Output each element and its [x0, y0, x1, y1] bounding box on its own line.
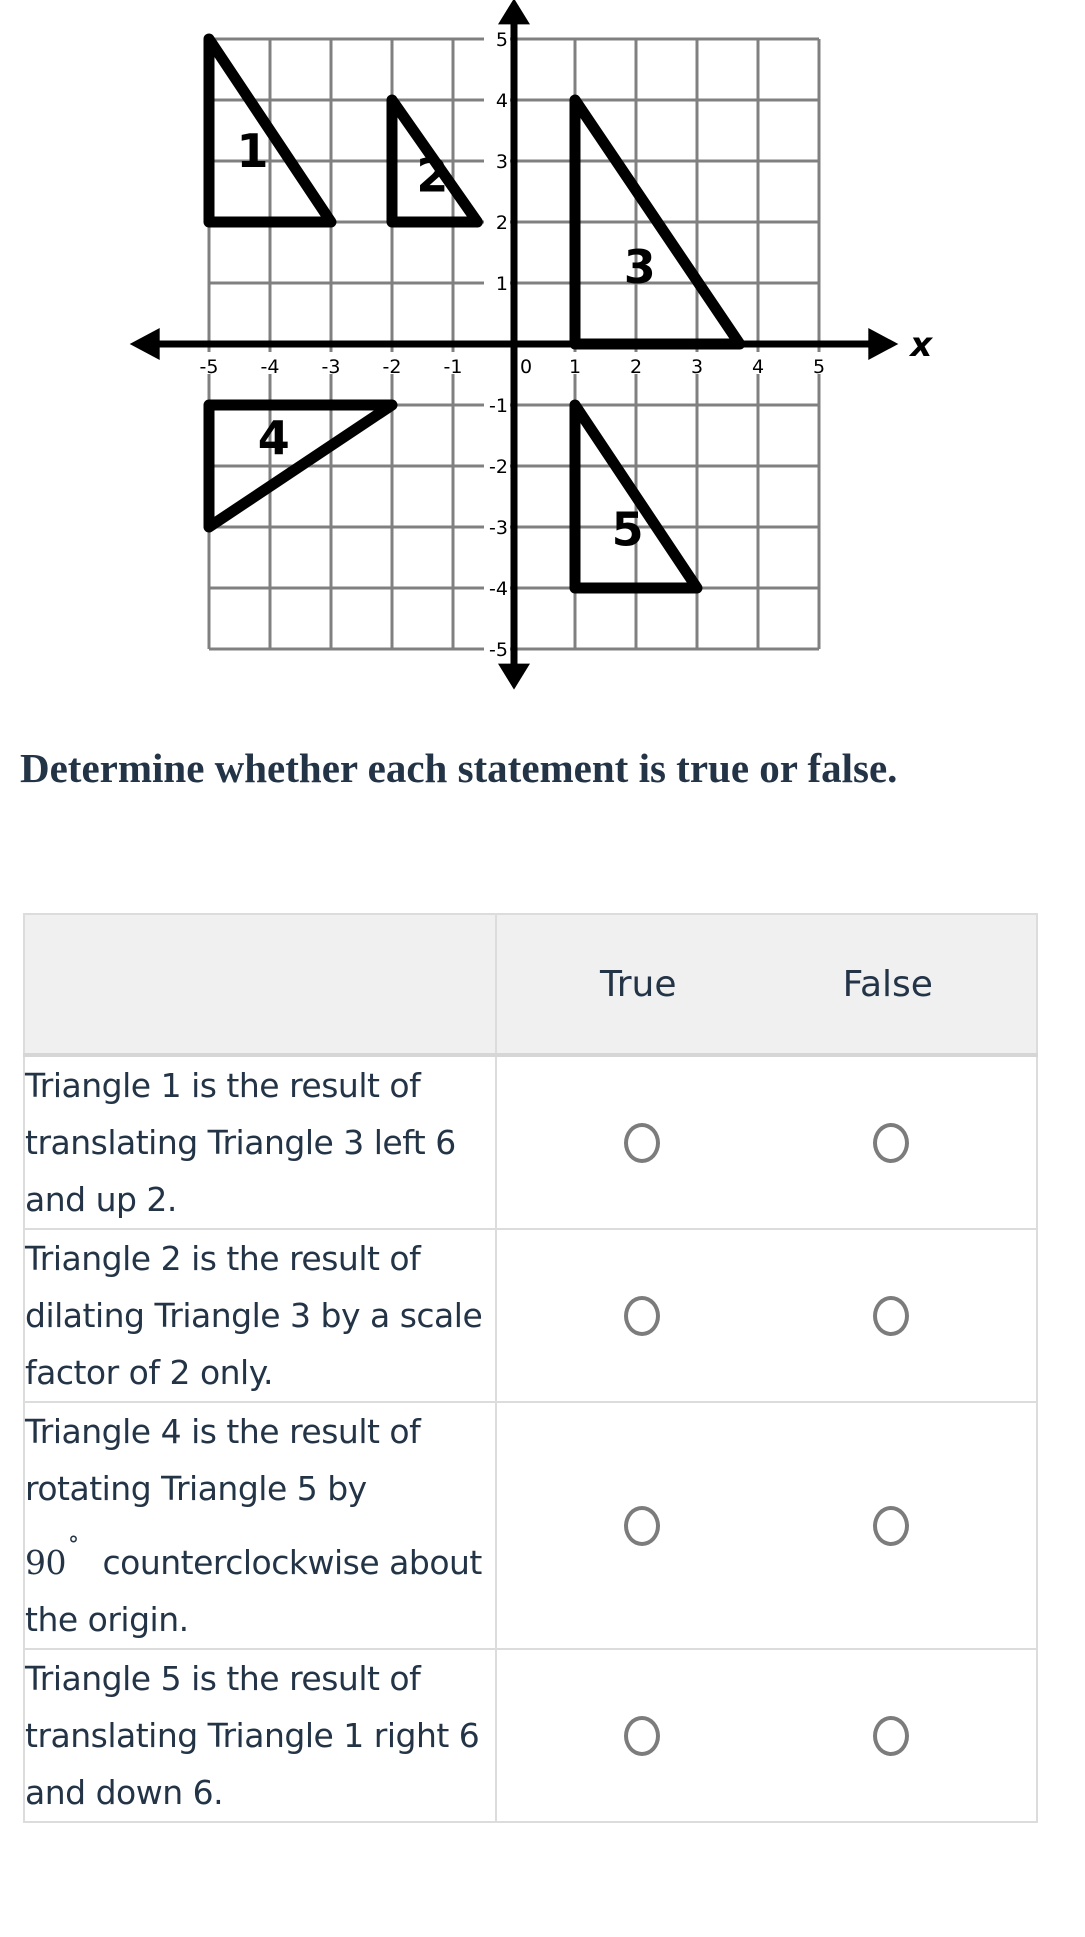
- y-tick-label: -5: [489, 639, 508, 661]
- triangle-label-5: 5: [612, 502, 644, 556]
- header-options-cell: True False: [495, 913, 1038, 1057]
- y-tick-label: 1: [496, 273, 508, 295]
- table-row: Triangle 2 is the result of dilating Tri…: [23, 1228, 1038, 1403]
- radio-false-3[interactable]: [873, 1505, 910, 1546]
- y-tick-label: 5: [496, 29, 508, 51]
- statement-4: Triangle 5 is the result of translating …: [23, 1648, 497, 1823]
- radio-true-1[interactable]: [623, 1122, 660, 1163]
- triangle-label-3: 3: [624, 240, 656, 294]
- x-tick-label: 1: [569, 356, 581, 378]
- y-axis-top-arrow: [498, 0, 530, 25]
- statement-3-pre: Triangle 4 is the result of rotating Tri…: [25, 1412, 421, 1508]
- coordinate-plane: x -5 -4 -3 -2 -1 0 1 2 3 4 5 5 4 3 2 1 -1 -2 -3 -4 -5 1 2 3 4 5: [129, 0, 933, 690]
- options-cell: [495, 1054, 1038, 1230]
- options-cell: [495, 1648, 1038, 1823]
- x-tick-label: -5: [200, 356, 219, 378]
- angle-value: 90: [25, 1543, 67, 1582]
- header-true: True: [600, 963, 677, 1005]
- y-axis-bottom-arrow: [498, 663, 530, 690]
- x-tick-label: -2: [383, 356, 402, 378]
- radio-false-1[interactable]: [873, 1122, 910, 1163]
- options-cell: [495, 1228, 1038, 1403]
- y-tick-label: -2: [489, 456, 508, 478]
- y-tick-label: 3: [496, 151, 508, 173]
- table-header-row: True False: [23, 913, 1038, 1057]
- radio-true-3[interactable]: [623, 1505, 660, 1546]
- question-prompt: Determine whether each statement is true…: [20, 745, 898, 791]
- header-statement-cell: [23, 913, 497, 1057]
- x-axis-label: x: [908, 325, 933, 365]
- table-row: Triangle 4 is the result of rotating Tri…: [23, 1401, 1038, 1650]
- table-row: Triangle 1 is the result of translating …: [23, 1054, 1038, 1230]
- x-tick-label: 3: [691, 356, 703, 378]
- options-cell: [495, 1401, 1038, 1650]
- x-tick-label: -4: [261, 356, 280, 378]
- y-tick-label: -3: [489, 517, 508, 539]
- triangle-label-4: 4: [258, 411, 290, 465]
- degree-symbol: °: [68, 1533, 79, 1558]
- x-tick-label: 2: [630, 356, 642, 378]
- radio-false-2[interactable]: [873, 1295, 910, 1336]
- statement-3: Triangle 4 is the result of rotating Tri…: [23, 1401, 497, 1650]
- statement-1: Triangle 1 is the result of translating …: [23, 1054, 497, 1230]
- x-tick-label: -1: [444, 356, 463, 378]
- triangle-label-2: 2: [416, 149, 448, 203]
- y-tick-label: 4: [496, 90, 508, 112]
- true-false-table: True False Triangle 1 is the result of t…: [23, 913, 1038, 1823]
- math-angle: 90°: [25, 1533, 103, 1582]
- triangle-label-1: 1: [236, 124, 268, 178]
- x-tick-label: 0: [520, 356, 532, 378]
- y-tick-label: -1: [489, 395, 508, 417]
- table-row: Triangle 5 is the result of translating …: [23, 1648, 1038, 1823]
- x-axis-left-arrow: [129, 328, 160, 360]
- x-tick-label: 4: [752, 356, 764, 378]
- header-false: False: [842, 963, 933, 1005]
- y-tick-label: -4: [489, 578, 508, 600]
- x-axis-right-arrow: [868, 328, 899, 360]
- x-tick-label: -3: [322, 356, 341, 378]
- triangles: 1 2 3 4 5: [203, 33, 746, 594]
- y-tick-label: 2: [496, 212, 508, 234]
- statement-2: Triangle 2 is the result of dilating Tri…: [23, 1228, 497, 1403]
- radio-false-4[interactable]: [873, 1715, 910, 1756]
- x-tick-label: 5: [813, 356, 825, 378]
- radio-true-4[interactable]: [623, 1715, 660, 1756]
- radio-true-2[interactable]: [623, 1295, 660, 1336]
